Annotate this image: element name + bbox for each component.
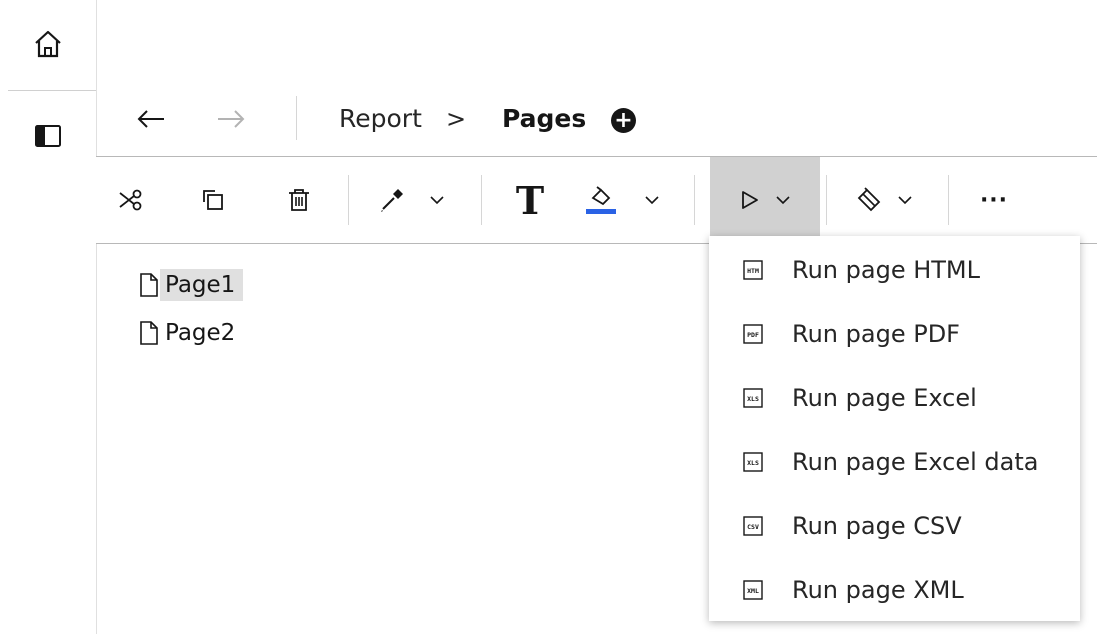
- chevron-down-icon: [776, 196, 790, 205]
- delete-icon: [289, 189, 309, 211]
- tree-item-label: Page1: [160, 269, 244, 301]
- svg-text:XLS: XLS: [747, 395, 759, 403]
- toolbar-divider: [948, 175, 949, 225]
- document-icon: [140, 273, 158, 297]
- chevron-down-icon: [430, 196, 444, 205]
- menu-item-run-excel-data[interactable]: XLS Run page Excel data: [709, 430, 1080, 494]
- xls-file-icon: XLS: [743, 452, 763, 472]
- toolbar: T ···: [96, 156, 1097, 244]
- menu-item-run-xml[interactable]: XML Run page XML: [709, 558, 1080, 622]
- forward-button[interactable]: [216, 86, 256, 152]
- side-panel-icon: [35, 125, 61, 147]
- copy-icon: [203, 190, 223, 210]
- cut-icon: [119, 189, 142, 211]
- menu-item-label: Run page XML: [792, 576, 964, 604]
- menu-item-run-html[interactable]: HTM Run page HTML: [709, 238, 1080, 302]
- breadcrumb-separator: >: [446, 105, 467, 133]
- brush-icon: [857, 187, 881, 212]
- nav-divider: [296, 96, 297, 140]
- menu-item-run-excel[interactable]: XLS Run page Excel: [709, 366, 1080, 430]
- overflow-menu-icon: ···: [979, 187, 1009, 213]
- menu-item-label: Run page Excel: [792, 384, 977, 412]
- fill-color-icon: [586, 186, 616, 214]
- svg-text:XLS: XLS: [747, 459, 759, 467]
- svg-text:PDF: PDF: [747, 331, 759, 339]
- menu-item-label: Run page CSV: [792, 512, 962, 540]
- xls-file-icon: XLS: [743, 388, 763, 408]
- rail-divider: [8, 90, 96, 91]
- csv-file-icon: CSV: [743, 516, 763, 536]
- fill-color-button[interactable]: [574, 157, 670, 243]
- text-style-button[interactable]: T: [502, 157, 558, 243]
- chevron-down-icon: [645, 196, 659, 205]
- left-rail: [0, 0, 97, 634]
- document-icon: [140, 321, 158, 345]
- toolbar-divider: [348, 175, 349, 225]
- home-button[interactable]: [0, 0, 96, 88]
- add-circle-icon: +: [614, 108, 633, 133]
- html-file-icon: HTM: [743, 260, 763, 280]
- copy-button[interactable]: [190, 157, 236, 243]
- svg-text:CSV: CSV: [747, 523, 759, 531]
- menu-item-label: Run page HTML: [792, 256, 981, 284]
- menu-item-run-csv[interactable]: CSV Run page CSV: [709, 494, 1080, 558]
- menu-item-label: Run page PDF: [792, 320, 960, 348]
- arrow-right-icon: [218, 110, 245, 128]
- pdf-file-icon: PDF: [743, 324, 763, 344]
- breadcrumb-pages: Pages: [502, 104, 587, 133]
- menu-item-label: Run page Excel data: [792, 448, 1039, 476]
- tree-item-page2[interactable]: Page2: [138, 314, 243, 352]
- add-page-button[interactable]: +: [611, 108, 636, 133]
- svg-text:HTM: HTM: [747, 267, 759, 275]
- text-icon: T: [515, 177, 545, 223]
- panel-toggle-button[interactable]: [0, 92, 96, 180]
- brush-button[interactable]: [844, 157, 924, 243]
- xml-file-icon: XML: [743, 580, 763, 600]
- eyedropper-button[interactable]: [366, 157, 456, 243]
- toolbar-divider: [826, 175, 827, 225]
- navigation-bar: Report > Pages +: [96, 86, 1097, 152]
- svg-text:XML: XML: [747, 587, 759, 595]
- arrow-left-icon: [137, 110, 164, 128]
- eyedropper-icon: [381, 189, 403, 212]
- tree-item-page1[interactable]: Page1: [138, 266, 244, 304]
- delete-button[interactable]: [276, 157, 322, 243]
- run-icon: [742, 191, 758, 209]
- run-dropdown-menu: HTM Run page HTML PDF Run page PDF XLS R…: [709, 236, 1080, 621]
- cut-button[interactable]: [108, 157, 154, 243]
- tree-item-label: Page2: [165, 320, 236, 346]
- breadcrumb-report[interactable]: Report: [339, 104, 422, 134]
- home-icon: [35, 30, 61, 58]
- menu-item-run-pdf[interactable]: PDF Run page PDF: [709, 302, 1080, 366]
- more-options-button[interactable]: ···: [968, 157, 1020, 243]
- chevron-down-icon: [898, 196, 912, 205]
- toolbar-divider: [694, 175, 695, 225]
- toolbar-divider: [481, 175, 482, 225]
- run-button[interactable]: [710, 157, 820, 243]
- back-button[interactable]: [136, 86, 176, 152]
